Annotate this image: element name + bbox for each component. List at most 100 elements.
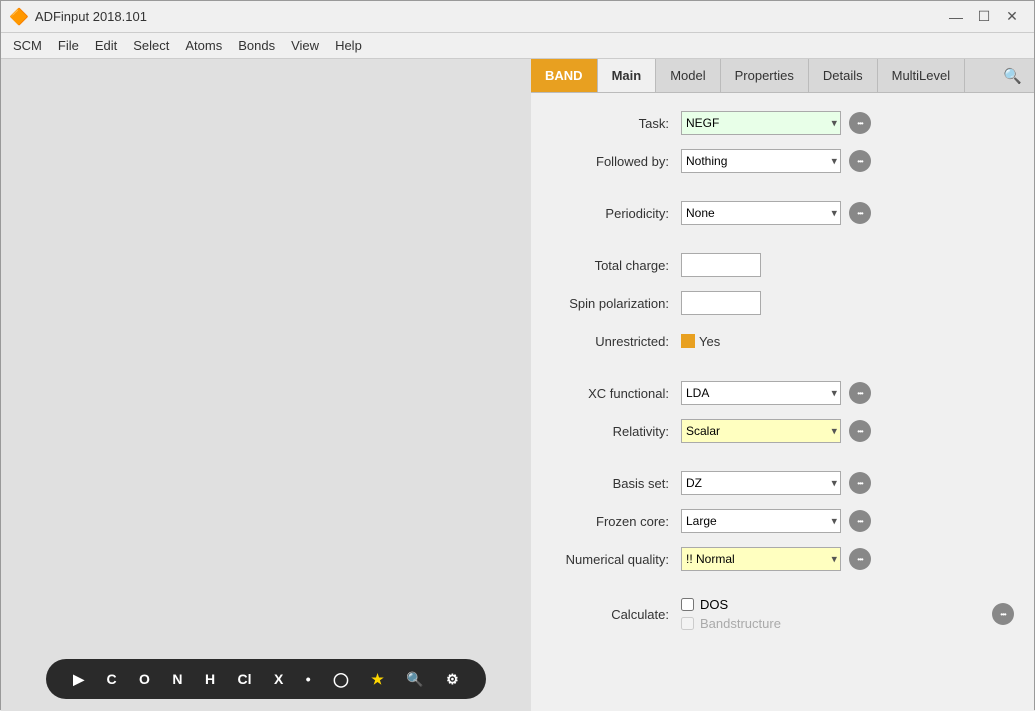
followed-by-select-wrap: Nothing bbox=[681, 149, 841, 173]
basis-set-control: DZ bbox=[681, 471, 1014, 495]
toolbar-carbon[interactable]: C bbox=[102, 669, 120, 689]
tab-multilevel[interactable]: MultiLevel bbox=[878, 59, 966, 92]
followed-by-control: Nothing bbox=[681, 149, 1014, 173]
right-panel: BAND Main Model Properties Details Multi… bbox=[531, 59, 1034, 711]
numerical-quality-select-wrap: !! Normal bbox=[681, 547, 841, 571]
bandstructure-checkbox[interactable] bbox=[681, 617, 694, 630]
maximize-button[interactable]: ☐ bbox=[970, 6, 998, 28]
frozen-core-select[interactable]: Large bbox=[681, 509, 841, 533]
spacer-2 bbox=[551, 237, 1014, 251]
tab-model[interactable]: Model bbox=[656, 59, 720, 92]
menu-scm[interactable]: SCM bbox=[5, 36, 50, 55]
periodicity-label: Periodicity: bbox=[551, 206, 681, 221]
main-layout: ▶ C O N H Cl X • ◯ ★ 🔍 ⚙ BAND Main Model… bbox=[1, 59, 1034, 711]
numerical-quality-more-button[interactable] bbox=[849, 548, 871, 570]
menu-view[interactable]: View bbox=[283, 36, 327, 55]
task-label: Task: bbox=[551, 116, 681, 131]
relativity-row: Relativity: Scalar bbox=[551, 417, 1014, 445]
tab-band[interactable]: BAND bbox=[531, 59, 598, 92]
followed-by-row: Followed by: Nothing bbox=[551, 147, 1014, 175]
unrestricted-control: Yes bbox=[681, 334, 1014, 349]
basis-set-select[interactable]: DZ bbox=[681, 471, 841, 495]
unrestricted-icon bbox=[681, 334, 695, 348]
toolbar-nitrogen[interactable]: N bbox=[168, 669, 186, 689]
frozen-core-more-button[interactable] bbox=[849, 510, 871, 532]
xc-functional-select-wrap: LDA bbox=[681, 381, 841, 405]
menu-help[interactable]: Help bbox=[327, 36, 370, 55]
tab-properties[interactable]: Properties bbox=[721, 59, 809, 92]
frozen-core-label: Frozen core: bbox=[551, 514, 681, 529]
relativity-label: Relativity: bbox=[551, 424, 681, 439]
spin-polarization-label: Spin polarization: bbox=[551, 296, 681, 311]
followed-by-more-button[interactable] bbox=[849, 150, 871, 172]
relativity-select[interactable]: Scalar bbox=[681, 419, 841, 443]
total-charge-row: Total charge: 0.0 bbox=[551, 251, 1014, 279]
dos-checkbox[interactable] bbox=[681, 598, 694, 611]
toolbar-dot[interactable]: • bbox=[302, 669, 315, 689]
basis-set-label: Basis set: bbox=[551, 476, 681, 491]
calculate-more-button[interactable] bbox=[992, 603, 1014, 625]
title-bar: 🔶 ADFinput 2018.101 — ☐ ✕ bbox=[1, 1, 1034, 33]
tab-bar: BAND Main Model Properties Details Multi… bbox=[531, 59, 1034, 93]
toolbar-oxygen[interactable]: O bbox=[135, 669, 154, 689]
numerical-quality-control: !! Normal bbox=[681, 547, 1014, 571]
xc-functional-select[interactable]: LDA bbox=[681, 381, 841, 405]
bandstructure-label: Bandstructure bbox=[700, 616, 781, 631]
menu-select[interactable]: Select bbox=[125, 36, 177, 55]
total-charge-input[interactable]: 0.0 bbox=[681, 253, 761, 277]
spacer-1 bbox=[551, 185, 1014, 199]
relativity-select-wrap: Scalar bbox=[681, 419, 841, 443]
unrestricted-label: Unrestricted: bbox=[551, 334, 681, 349]
numerical-quality-label: Numerical quality: bbox=[551, 552, 681, 567]
task-control: NEGF bbox=[681, 111, 1014, 135]
spin-polarization-row: Spin polarization: bbox=[551, 289, 1014, 317]
menu-file[interactable]: File bbox=[50, 36, 87, 55]
followed-by-label: Followed by: bbox=[551, 154, 681, 169]
xc-functional-more-button[interactable] bbox=[849, 382, 871, 404]
spin-polarization-input[interactable] bbox=[681, 291, 761, 315]
spacer-4 bbox=[551, 455, 1014, 469]
toolbar-search[interactable]: 🔍 bbox=[402, 669, 427, 690]
toolbar-chlorine[interactable]: Cl bbox=[234, 669, 256, 689]
periodicity-more-button[interactable] bbox=[849, 202, 871, 224]
menu-bonds[interactable]: Bonds bbox=[230, 36, 283, 55]
spacer-3 bbox=[551, 365, 1014, 379]
periodicity-row: Periodicity: None bbox=[551, 199, 1014, 227]
numerical-quality-select[interactable]: !! Normal bbox=[681, 547, 841, 571]
xc-functional-row: XC functional: LDA bbox=[551, 379, 1014, 407]
menu-atoms[interactable]: Atoms bbox=[177, 36, 230, 55]
tab-main[interactable]: Main bbox=[598, 59, 657, 92]
unrestricted-value: Yes bbox=[699, 334, 720, 349]
frozen-core-row: Frozen core: Large bbox=[551, 507, 1014, 535]
spin-polarization-control bbox=[681, 291, 1014, 315]
toolbar-settings[interactable]: ⚙ bbox=[442, 669, 463, 690]
numerical-quality-row: Numerical quality: !! Normal bbox=[551, 545, 1014, 573]
task-select[interactable]: NEGF bbox=[681, 111, 841, 135]
followed-by-select[interactable]: Nothing bbox=[681, 149, 841, 173]
total-charge-control: 0.0 bbox=[681, 253, 1014, 277]
total-charge-label: Total charge: bbox=[551, 258, 681, 273]
close-button[interactable]: ✕ bbox=[998, 6, 1026, 28]
periodicity-select-wrap: None bbox=[681, 201, 841, 225]
left-panel: ▶ C O N H Cl X • ◯ ★ 🔍 ⚙ bbox=[1, 59, 531, 711]
task-more-button[interactable] bbox=[849, 112, 871, 134]
title-icon: 🔶 bbox=[9, 7, 29, 27]
periodicity-control: None bbox=[681, 201, 1014, 225]
relativity-more-button[interactable] bbox=[849, 420, 871, 442]
toolbar-star[interactable]: ★ bbox=[367, 669, 388, 690]
calculate-row: Calculate: DOS Bandstructure bbox=[551, 597, 1014, 631]
toolbar-hydrogen[interactable]: H bbox=[201, 669, 219, 689]
search-icon[interactable]: 🔍 bbox=[991, 59, 1034, 92]
calculate-label: Calculate: bbox=[551, 607, 681, 622]
spacer-5 bbox=[551, 583, 1014, 597]
menu-edit[interactable]: Edit bbox=[87, 36, 125, 55]
toolbar-ring[interactable]: ◯ bbox=[329, 669, 353, 690]
tab-details[interactable]: Details bbox=[809, 59, 878, 92]
minimize-button[interactable]: — bbox=[942, 6, 970, 28]
unrestricted-row: Unrestricted: Yes bbox=[551, 327, 1014, 355]
basis-set-select-wrap: DZ bbox=[681, 471, 841, 495]
basis-set-more-button[interactable] bbox=[849, 472, 871, 494]
toolbar-cursor[interactable]: ▶ bbox=[69, 669, 88, 690]
toolbar-x[interactable]: X bbox=[270, 669, 287, 689]
periodicity-select[interactable]: None bbox=[681, 201, 841, 225]
